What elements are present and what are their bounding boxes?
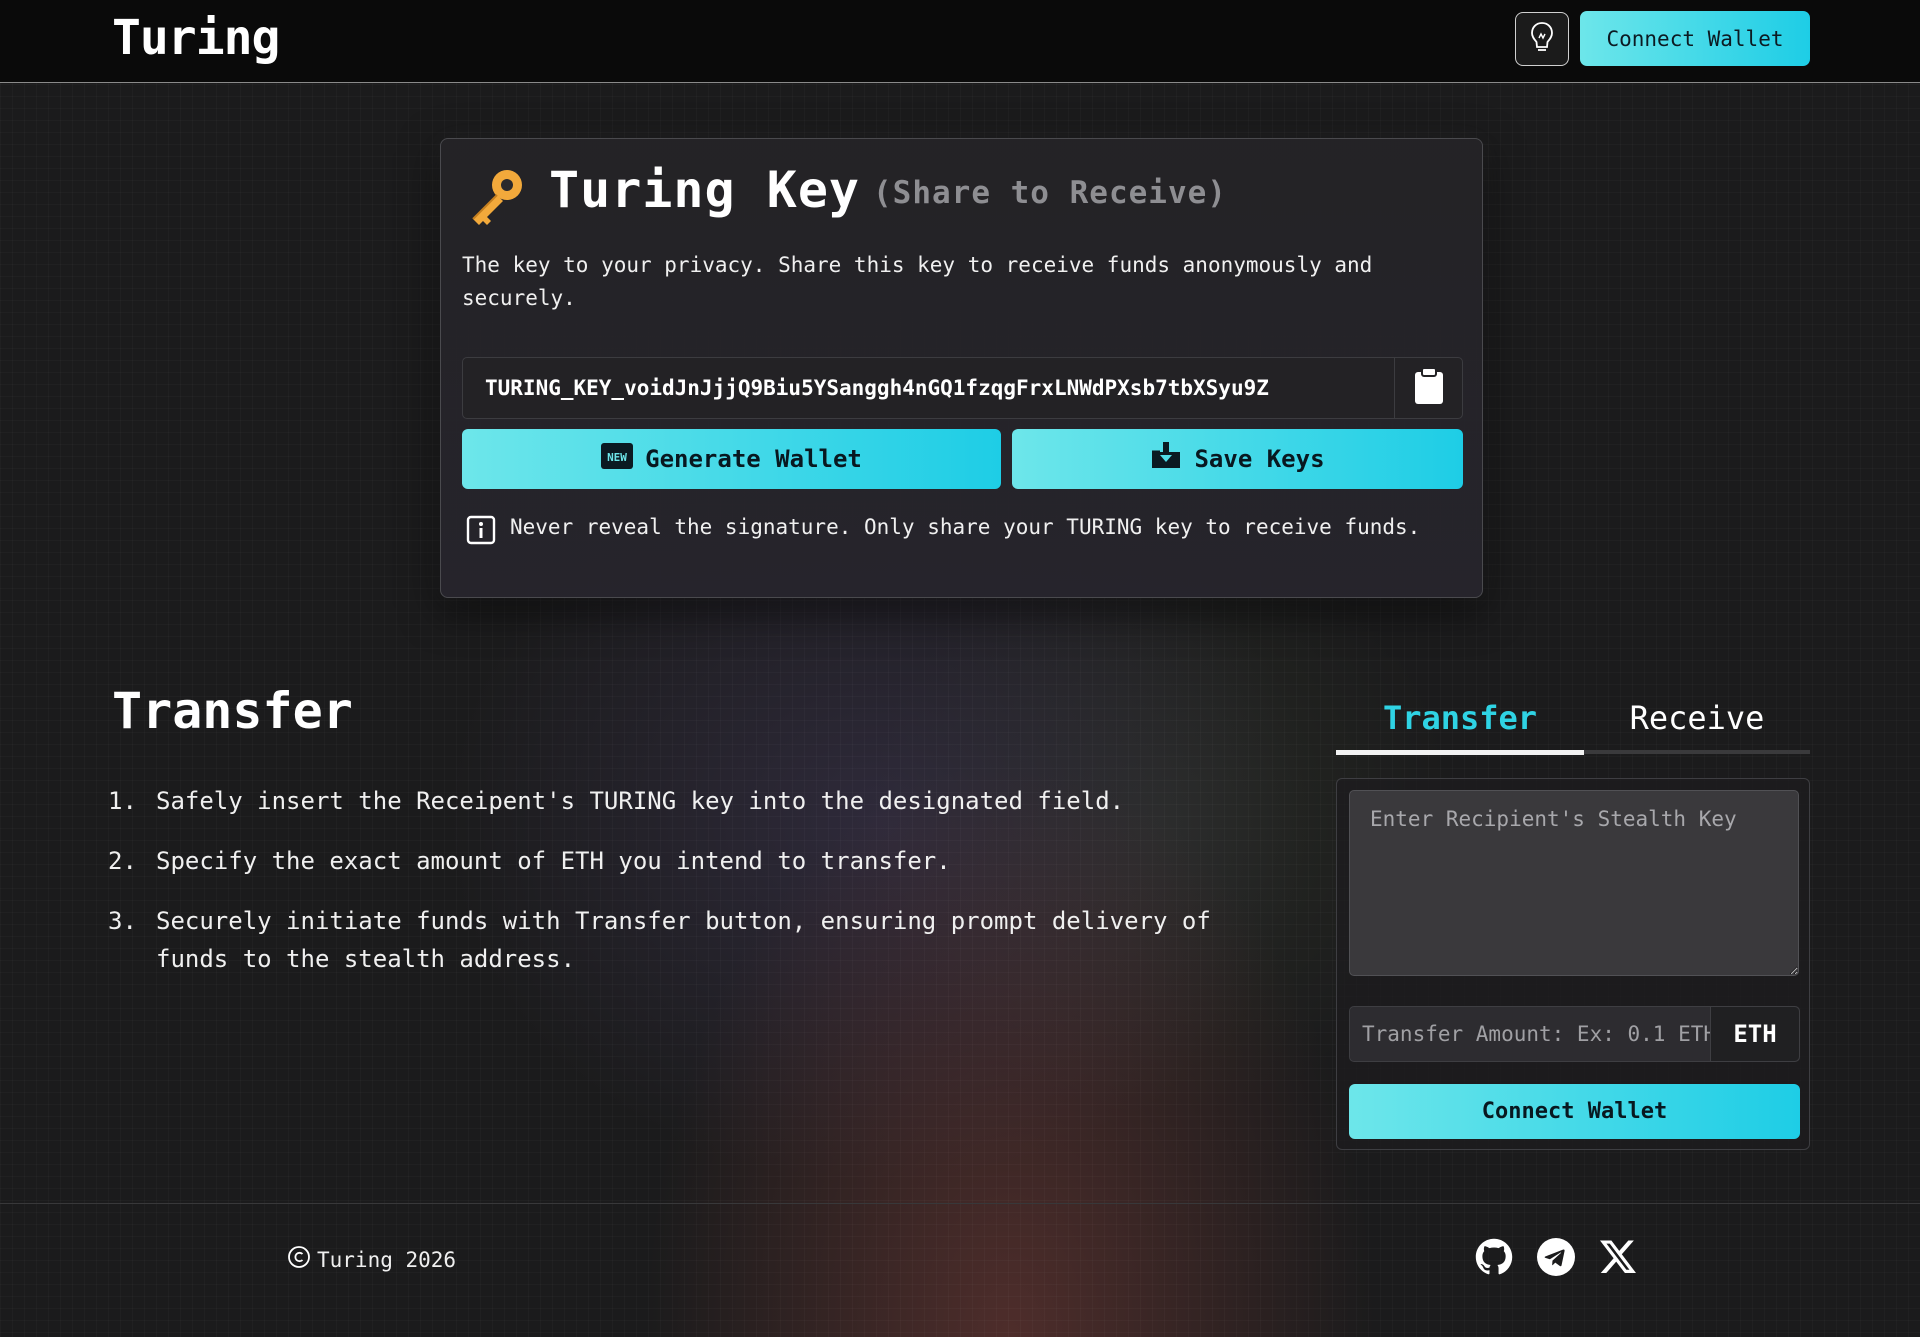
turing-key-field: TURING_KEY_voidJnJjjQ9Biu5YSanggh4nGQ1fz… [462, 357, 1463, 419]
stealth-key-input[interactable] [1349, 790, 1799, 976]
transfer-receive-tabs: Transfer Receive [1336, 690, 1810, 756]
github-icon [1475, 1238, 1513, 1280]
transfer-heading: Transfer [112, 682, 353, 740]
tab-transfer[interactable]: Transfer [1336, 690, 1584, 746]
new-badge-icon: NEW [601, 443, 634, 475]
save-keys-button[interactable]: Save Keys [1012, 429, 1463, 489]
turing-key-value[interactable]: TURING_KEY_voidJnJjjQ9Biu5YSanggh4nGQ1fz… [463, 358, 1394, 418]
copy-key-button[interactable] [1394, 358, 1462, 418]
svg-text:NEW: NEW [607, 451, 627, 464]
download-icon [1150, 442, 1182, 476]
copyright-icon [287, 1245, 311, 1274]
generate-wallet-label: Generate Wallet [645, 445, 862, 473]
step-number: 1. [108, 787, 137, 815]
amount-row: ETH [1349, 1006, 1800, 1062]
telegram-icon [1537, 1238, 1575, 1280]
step-text: Specify the exact amount of ETH you inte… [156, 847, 951, 875]
key-card-title: Turing Key [549, 161, 861, 219]
telegram-link[interactable] [1536, 1238, 1576, 1280]
info-icon [466, 515, 496, 549]
key-card-description: The key to your privacy. Share this key … [462, 253, 1373, 310]
tab-receive[interactable]: Receive [1584, 690, 1810, 746]
theme-toggle-button[interactable] [1515, 12, 1569, 66]
lightbulb-icon [1529, 20, 1555, 58]
list-item: 1. Safely insert the Receipent's TURING … [108, 782, 1268, 820]
copyright-text: Turing 2026 [317, 1247, 457, 1272]
footer-copyright: Turing 2026 [287, 1245, 456, 1274]
currency-unit: ETH [1710, 1007, 1799, 1061]
connect-wallet-button[interactable]: Connect Wallet [1580, 11, 1810, 66]
github-link[interactable] [1474, 1238, 1514, 1280]
key-card-subtitle: (Share to Receive) [873, 175, 1227, 211]
step-text: Securely initiate funds with Transfer bu… [156, 907, 1211, 973]
app-logo[interactable]: Turing [112, 10, 280, 66]
social-links [1474, 1238, 1638, 1280]
generate-wallet-button[interactable]: NEW Generate Wallet [462, 429, 1001, 489]
security-note: Never reveal the signature. Only share y… [510, 515, 1421, 539]
save-keys-label: Save Keys [1194, 445, 1325, 473]
transfer-form: ETH Connect Wallet [1336, 778, 1810, 1150]
top-header: Turing Connect Wallet [0, 0, 1920, 83]
clipboard-icon [1414, 367, 1444, 409]
footer-divider [0, 1203, 1920, 1204]
key-icon [463, 163, 533, 233]
step-number: 2. [108, 847, 137, 875]
transfer-amount-input[interactable] [1350, 1007, 1710, 1061]
tab-underline-active [1336, 750, 1584, 755]
list-item: 2. Specify the exact amount of ETH you i… [108, 842, 1268, 880]
x-icon [1600, 1240, 1636, 1278]
turing-key-card: Turing Key (Share to Receive) The key to… [440, 138, 1483, 598]
step-text: Safely insert the Receipent's TURING key… [156, 787, 1125, 815]
x-link[interactable] [1598, 1239, 1638, 1279]
transfer-steps-list: 1. Safely insert the Receipent's TURING … [108, 782, 1268, 1000]
connect-wallet-submit-button[interactable]: Connect Wallet [1349, 1084, 1800, 1139]
list-item: 3. Securely initiate funds with Transfer… [108, 902, 1268, 978]
step-number: 3. [108, 907, 137, 935]
